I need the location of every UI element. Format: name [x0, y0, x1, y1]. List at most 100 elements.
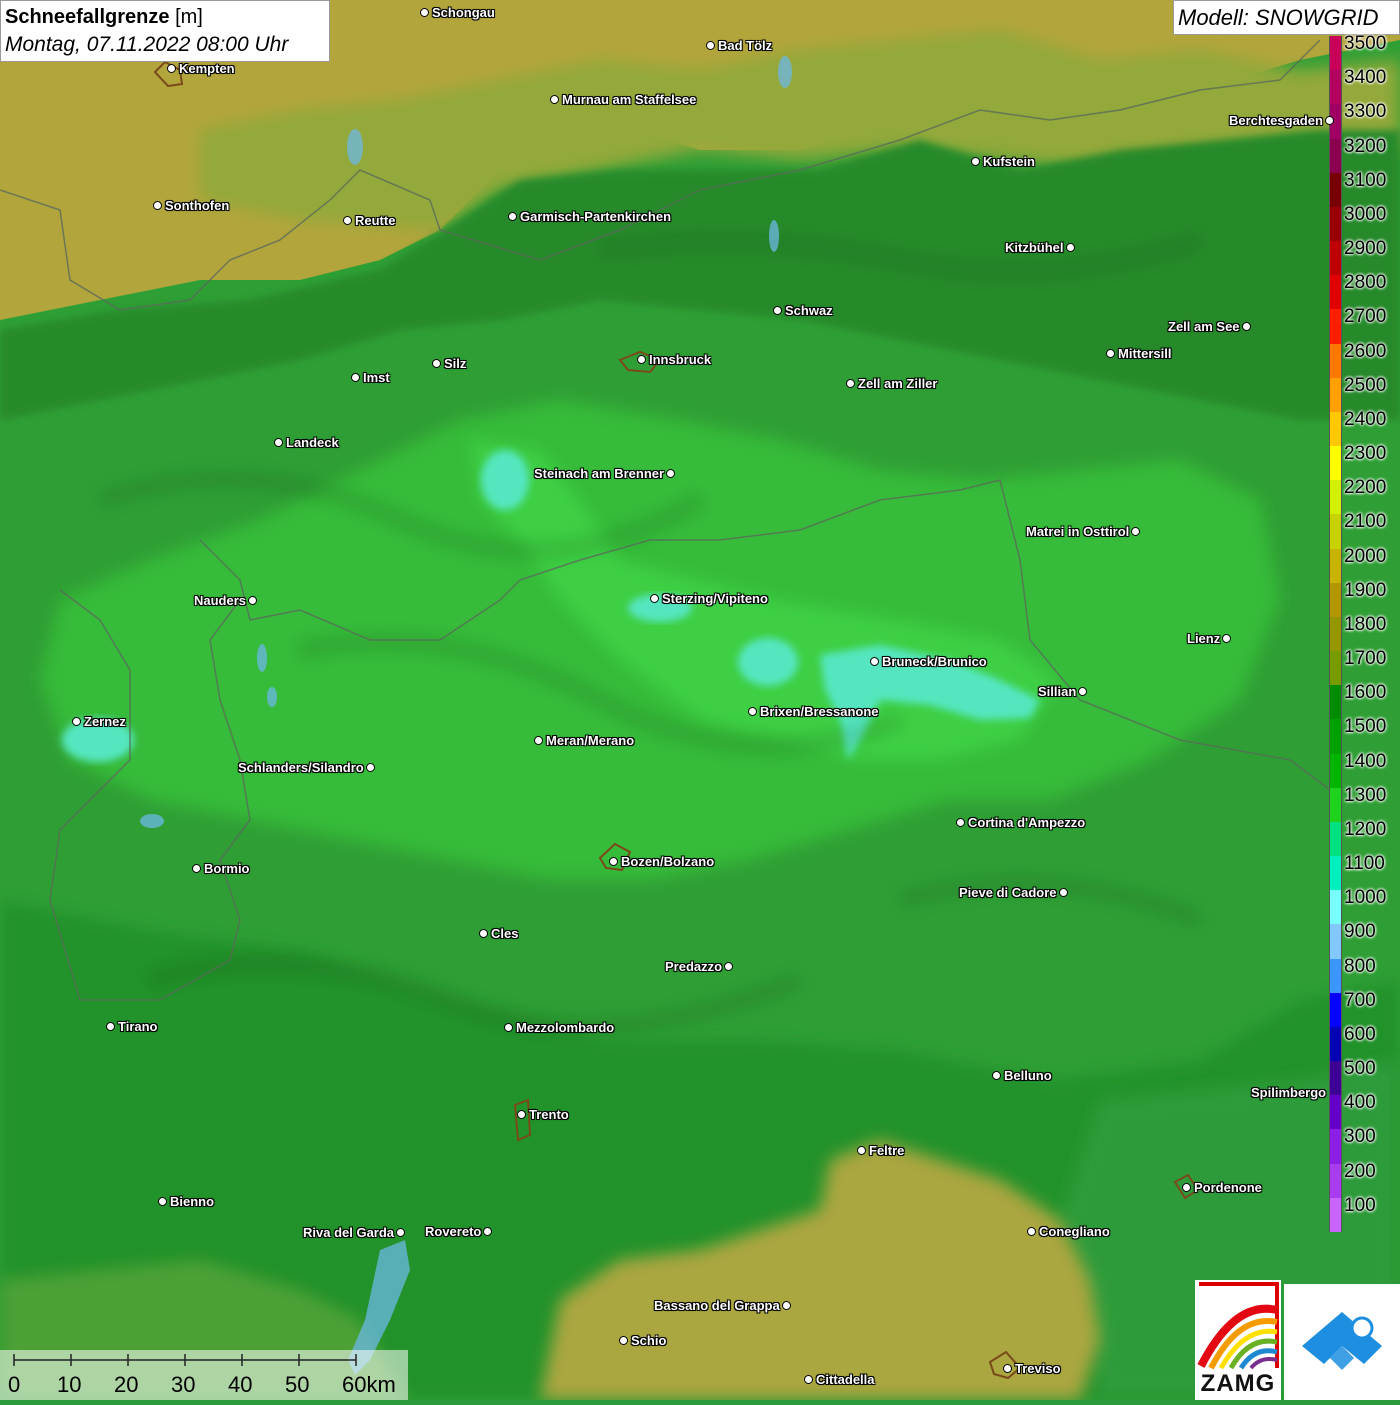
legend-label-600: 600 — [1344, 1023, 1376, 1045]
city-marker — [782, 1301, 791, 1310]
city-marker — [846, 379, 855, 388]
map-title: Schneefallgrenze — [5, 6, 170, 28]
city-marker — [773, 306, 782, 315]
city-marker — [1242, 322, 1251, 331]
legend-swatch-2700 — [1329, 309, 1342, 345]
city-label: Garmisch-Partenkirchen — [520, 209, 672, 224]
city-marker — [1182, 1183, 1191, 1192]
city-label: Kitzbühel — [1005, 240, 1064, 255]
legend-label-2900: 2900 — [1344, 238, 1387, 260]
city-label: Cles — [491, 926, 519, 941]
scale-bar: 0 10 20 30 40 50 60km — [0, 1350, 408, 1400]
legend-label-800: 800 — [1344, 955, 1376, 977]
legend-label-3300: 3300 — [1344, 101, 1387, 123]
legend-label-2400: 2400 — [1344, 408, 1387, 430]
map-title-box: Schneefallgrenze [m] Montag, 07.11.2022 … — [0, 0, 330, 62]
legend-label-2700: 2700 — [1344, 306, 1387, 328]
city-marker — [72, 717, 81, 726]
legend-label-1600: 1600 — [1344, 682, 1387, 704]
city-label: Imst — [363, 370, 390, 385]
city-marker — [274, 438, 283, 447]
city-marker — [1325, 116, 1334, 125]
legend-label-2600: 2600 — [1344, 340, 1387, 362]
zone-cyan-steinach — [481, 450, 529, 510]
city-marker — [609, 857, 618, 866]
city-marker — [479, 929, 488, 938]
city-marker — [167, 64, 176, 73]
legend-swatch-1900 — [1329, 582, 1342, 618]
city-label: Silz — [444, 356, 467, 371]
legend-swatch-500 — [1329, 1061, 1342, 1096]
legend-swatch-1100 — [1329, 856, 1342, 891]
scale-tick-label: 40 — [228, 1372, 253, 1397]
city-label: Nauders — [194, 593, 247, 608]
city-marker — [351, 373, 360, 382]
city-label: Schio — [631, 1333, 667, 1348]
city-label: Bormio — [204, 861, 250, 876]
legend-swatch-2400 — [1329, 411, 1342, 447]
scale-tick-label: 20 — [114, 1372, 139, 1397]
zone-cyan-brixen — [738, 638, 798, 686]
city-marker — [748, 707, 757, 716]
legend-label-1700: 1700 — [1344, 648, 1387, 670]
legend-swatch-1600 — [1329, 685, 1342, 720]
legend-swatch-1500 — [1329, 719, 1342, 755]
city-label: Tirano — [118, 1019, 158, 1034]
city-label: Schwaz — [785, 303, 833, 318]
city-marker — [870, 657, 879, 666]
city-marker — [550, 95, 559, 104]
legend-label-2500: 2500 — [1344, 374, 1387, 396]
zamg-logo-text: ZAMG — [1200, 1370, 1276, 1397]
legend-swatch-1200 — [1329, 821, 1342, 857]
city-label: Riva del Garda — [303, 1225, 395, 1240]
legend-swatch-2500 — [1329, 377, 1342, 413]
city-marker — [619, 1336, 628, 1345]
legend-label-1200: 1200 — [1344, 818, 1387, 840]
legend-swatch-800 — [1329, 958, 1342, 994]
legend-label-700: 700 — [1344, 989, 1376, 1011]
city-label: Treviso — [1015, 1361, 1061, 1376]
city-marker — [804, 1375, 813, 1384]
city-label: Steinach am Brenner — [534, 466, 665, 481]
city-label: Sillian — [1038, 684, 1077, 699]
city-label: Bozen/Bolzano — [621, 854, 715, 869]
city-label: Bad Tölz — [718, 38, 773, 53]
city-label: Bruneck/Brunico — [882, 654, 987, 669]
scale-tick-label: 10 — [57, 1372, 82, 1397]
legend-label-3100: 3100 — [1344, 169, 1387, 191]
color-legend: 3500 3400 3300 3200 3100 3000 2900 2800 2700 2600… — [1329, 34, 1400, 1233]
city-marker — [158, 1197, 167, 1206]
city-marker — [956, 818, 965, 827]
city-marker — [666, 469, 675, 478]
legend-label-2100: 2100 — [1344, 511, 1387, 533]
legend-label-1300: 1300 — [1344, 784, 1387, 806]
map-datetime: Montag, 07.11.2022 08:00 Uhr — [5, 33, 289, 56]
legend-swatch-2600 — [1329, 343, 1342, 379]
legend-label-3200: 3200 — [1344, 135, 1387, 157]
city-label: Pieve di Cadore — [959, 885, 1057, 900]
city-marker — [971, 157, 980, 166]
city-label: Meran/Merano — [546, 733, 635, 748]
city-marker — [248, 596, 257, 605]
legend-label-2200: 2200 — [1344, 477, 1387, 499]
legend-label-1800: 1800 — [1344, 613, 1387, 635]
legend-swatch-400 — [1329, 1095, 1342, 1130]
legend-swatch-2000 — [1329, 548, 1342, 584]
city-marker — [706, 41, 715, 50]
city-label: Zell am Ziller — [858, 376, 938, 391]
city-marker — [517, 1110, 526, 1119]
city-marker — [724, 962, 733, 971]
legend-label-3000: 3000 — [1344, 203, 1387, 225]
city-marker — [483, 1227, 492, 1236]
scale-tick-label: 30 — [171, 1372, 196, 1397]
legend-swatch-100 — [1329, 1197, 1342, 1233]
city-label: Sterzing/Vipiteno — [662, 591, 768, 606]
scale-tick-label: 0 — [8, 1372, 21, 1397]
city-label: Bienno — [170, 1194, 215, 1209]
legend-label-2000: 2000 — [1344, 545, 1387, 567]
legend-swatch-3100 — [1329, 172, 1342, 208]
city-marker — [420, 8, 429, 17]
city-label: Reutte — [355, 213, 396, 228]
city-marker — [857, 1146, 866, 1155]
city-marker — [396, 1228, 405, 1237]
